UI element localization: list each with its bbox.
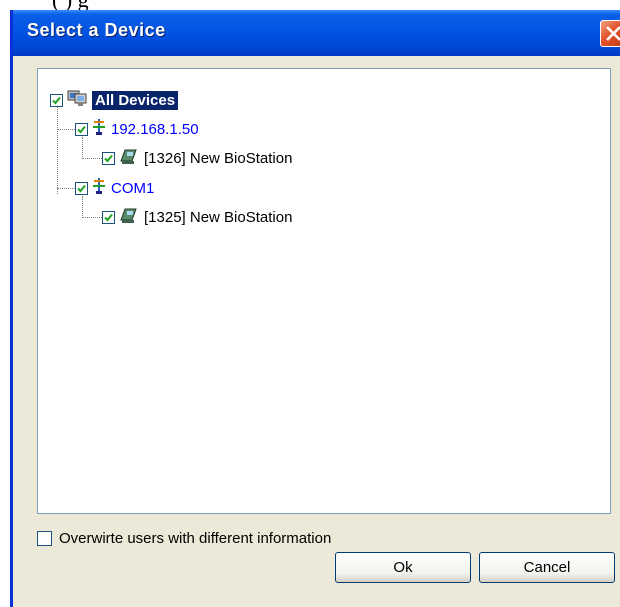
computers-icon [67,89,87,112]
overwrite-checkbox[interactable] [37,530,52,546]
tree-connector [57,129,75,130]
tree-node-label: [1326] New BioStation [144,149,293,167]
tree-node-label: [1325] New BioStation [144,208,293,226]
cancel-button[interactable]: Cancel [479,552,615,583]
ip-checkbox[interactable] [75,122,88,136]
tree-connector [82,196,83,218]
tree-connector [57,188,75,189]
overwrite-option[interactable]: Overwirte users with different informati… [37,528,331,548]
com1-checkbox[interactable] [75,181,88,195]
select-device-dialog: Select a Device All Devices 192.168.1.50… [10,10,620,607]
close-button[interactable] [600,20,620,47]
tree-node-device-1325[interactable]: [1325] New BioStation [102,206,292,228]
tree-node-com1[interactable]: COM1 [75,177,154,199]
device-icon [119,206,139,229]
tree-connector [82,217,102,218]
tree-connector [82,158,102,159]
tree-node-ip[interactable]: 192.168.1.50 [75,118,199,140]
overwrite-label: Overwirte users with different informati… [59,529,332,547]
dialog-title: Select a Device [27,20,166,40]
device-1325-checkbox[interactable] [102,210,115,224]
device-1326-checkbox[interactable] [102,151,115,165]
background-text: ( ) g [52,0,89,10]
tree-node-device-1326[interactable]: [1326] New BioStation [102,147,292,169]
background-document-text: ( ) g [0,0,620,10]
tree-node-label: 192.168.1.50 [111,120,199,138]
ok-button[interactable]: Ok [335,552,471,583]
network-icon [92,177,106,200]
device-tree[interactable]: All Devices 192.168.1.50 [1326] New BioS… [37,68,611,514]
tree-connector [82,137,83,159]
tree-node-label: COM1 [111,179,155,197]
device-icon [119,147,139,170]
close-icon [606,26,620,41]
title-bar[interactable]: Select a Device [13,10,620,56]
network-icon [92,118,106,141]
tree-node-label: All Devices [92,90,179,110]
tree-connector [57,100,58,194]
tree-node-all-devices[interactable]: All Devices [50,89,179,112]
all-devices-checkbox[interactable] [50,93,63,107]
